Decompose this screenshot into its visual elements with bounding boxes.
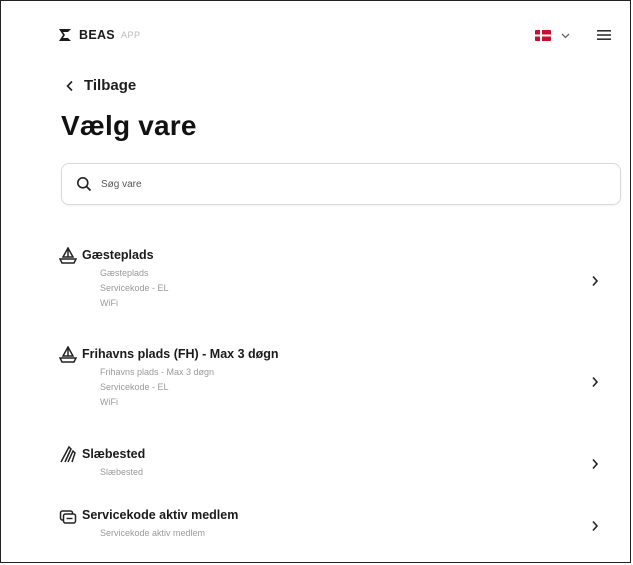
item-title: Frihavns plads (FH) - Max 3 døgn	[82, 347, 279, 361]
back-label: Tilbage	[84, 77, 137, 94]
chevron-right-icon	[592, 376, 599, 388]
item-detail: Frihavns plads - Max 3 døgn	[100, 367, 215, 377]
brand-name: BEAS	[79, 28, 115, 42]
item-detail: WiFi	[100, 298, 118, 308]
search-icon	[77, 177, 92, 192]
brand-subtitle: APP	[120, 30, 141, 40]
search-box[interactable]	[61, 163, 621, 205]
search-input[interactable]	[99, 177, 503, 191]
page-title: Vælg vare	[61, 110, 197, 141]
item-detail: Servicekode - EL	[100, 283, 169, 293]
back-link[interactable]: Tilbage	[65, 77, 136, 94]
chevron-right-icon	[592, 520, 599, 532]
slipway-icon	[60, 445, 76, 463]
chevron-left-icon	[66, 80, 73, 91]
list-item-gaesteplads[interactable]: Gæsteplads Gæsteplads Servicekode - EL W…	[1, 227, 630, 329]
item-detail: Gæsteplads	[100, 268, 149, 278]
beas-logo-icon	[59, 29, 71, 41]
chevron-right-icon	[592, 275, 599, 287]
list-item-frihavns-plads[interactable]: Frihavns plads (FH) - Max 3 døgn Frihavn…	[1, 329, 630, 427]
boat-icon	[59, 346, 77, 363]
top-bar: BEAS APP	[1, 1, 630, 71]
item-title: Gæsteplads	[82, 248, 154, 262]
app-frame: BEAS APP Tilbage Vælg vare Søg vare Gæst…	[0, 0, 631, 563]
danish-flag-icon[interactable]	[535, 30, 551, 41]
item-title: Slæbested	[82, 447, 146, 461]
chevron-down-icon[interactable]	[561, 32, 570, 39]
membership-card-icon	[59, 510, 77, 524]
item-detail: Slæbested	[100, 467, 144, 477]
item-detail: Servicekode aktiv medlem	[100, 528, 206, 538]
product-list: Gæsteplads Gæsteplads Servicekode - EL W…	[1, 227, 630, 562]
item-detail: Servicekode - EL	[100, 382, 169, 392]
boat-icon	[59, 247, 77, 264]
item-title: Servicekode aktiv medlem	[82, 508, 239, 522]
menu-icon[interactable]	[596, 28, 612, 42]
chevron-right-icon	[592, 458, 599, 470]
item-detail: WiFi	[100, 397, 118, 407]
list-item-slaebested[interactable]: Slæbested Slæbested	[1, 427, 630, 493]
brand-logo[interactable]: BEAS APP	[57, 27, 140, 43]
list-item-servicekode-aktiv-medlem[interactable]: Servicekode aktiv medlem Servicekode akt…	[1, 493, 630, 562]
